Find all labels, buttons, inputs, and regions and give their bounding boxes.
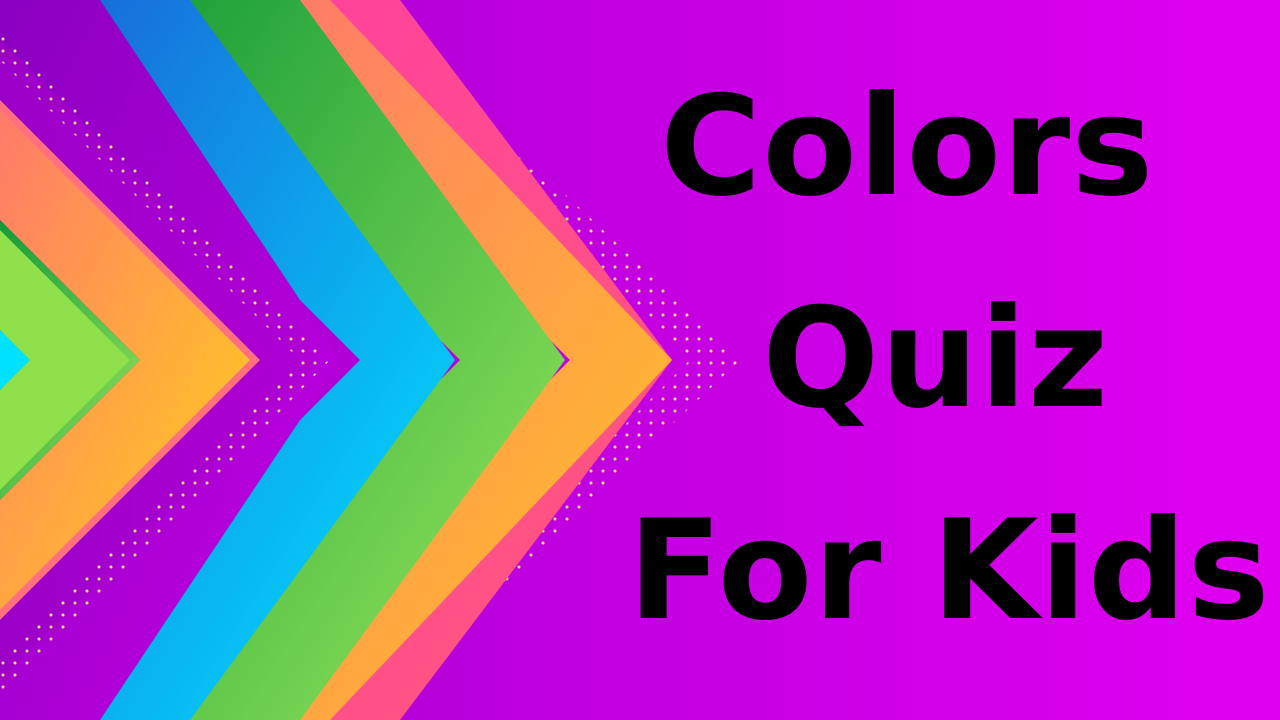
title-line-quiz: Quiz — [762, 278, 1110, 439]
title-line-colors: Colors — [660, 66, 1155, 227]
thumbnail-canvas: Colors Quiz For Kids — [0, 0, 1280, 720]
title-line-for-kids: For Kids — [628, 490, 1271, 651]
